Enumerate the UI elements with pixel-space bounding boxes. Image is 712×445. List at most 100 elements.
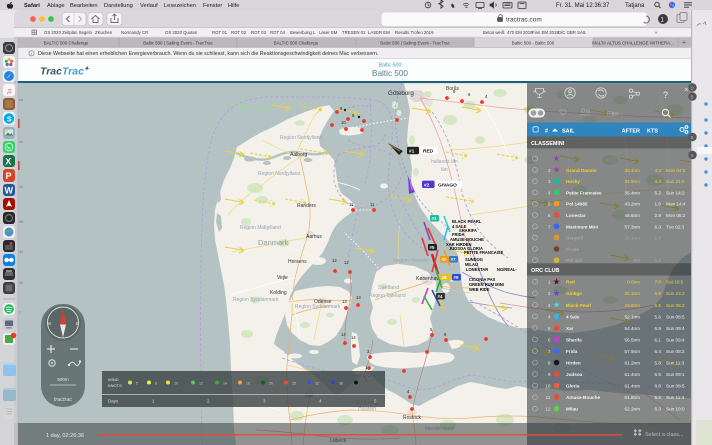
svg-text:470 EM 2019: 470 EM 2019 <box>507 30 533 35</box>
svg-text:#: # <box>545 129 548 135</box>
svg-text:Rostock: Rostock <box>403 415 422 421</box>
svg-text:Bergvill: Bergvill <box>566 236 583 241</box>
svg-text:Aalborg: Aalborg <box>290 152 307 158</box>
svg-text:10: 10 <box>545 384 551 389</box>
svg-text:Horsens: Horsens <box>288 259 307 265</box>
svg-text:X: X <box>5 157 11 167</box>
svg-text:län: län <box>441 167 448 173</box>
svg-text:14: 14 <box>223 382 227 386</box>
svg-text:♫: ♫ <box>6 87 12 96</box>
svg-text:5.5: 5.5 <box>655 395 662 400</box>
svg-text:61.2nm: 61.2nm <box>625 361 641 366</box>
svg-text:5.8: 5.8 <box>655 361 662 366</box>
svg-text:9: 9 <box>548 372 551 377</box>
svg-text:38: 38 <box>339 382 343 386</box>
svg-text:Pol 14085: Pol 14085 <box>566 202 588 207</box>
svg-text:KTS: KTS <box>647 129 658 135</box>
svg-text:6: 6 <box>548 337 551 342</box>
svg-text:Sjælland: Sjælland <box>378 285 399 291</box>
svg-text:4.4: 4.4 <box>655 179 662 184</box>
svg-text:4: 4 <box>548 314 551 319</box>
svg-text:TRESEN 01: TRESEN 01 <box>342 30 366 35</box>
svg-text:E: E <box>76 321 79 326</box>
svg-text:#4: #4 <box>438 294 443 299</box>
svg-text:Aarhus: Aarhus <box>306 234 322 240</box>
svg-text:16: 16 <box>246 382 250 386</box>
svg-text:Randers: Randers <box>297 203 316 209</box>
svg-text:KNOTS: KNOTS <box>108 383 122 388</box>
svg-text:8.8: 8.8 <box>655 384 662 389</box>
svg-text:7: 7 <box>548 224 551 229</box>
svg-text:46.6nm: 46.6nm <box>625 213 641 218</box>
svg-text:Danmark: Danmark <box>258 238 289 247</box>
svg-text:Results Trofeo 2019: Results Trofeo 2019 <box>395 30 434 35</box>
svg-text:Gloria: Gloria <box>566 384 580 389</box>
svg-text:LONESTAR: LONESTAR <box>466 267 488 272</box>
svg-text:52.1nm: 52.1nm <box>625 314 641 319</box>
svg-text:8: 8 <box>155 382 157 386</box>
svg-text:Sun 23:2: Sun 23:2 <box>666 291 685 296</box>
svg-text:1: 1 <box>548 280 551 285</box>
svg-text:Region Midtjylland: Region Midtjylland <box>240 225 281 231</box>
svg-text:8: 8 <box>548 361 551 366</box>
svg-text:Region Nordjylland: Region Nordjylland <box>258 171 300 177</box>
svg-text:Sun 21:5: Sun 21:5 <box>666 179 685 184</box>
svg-text:Göteborg: Göteborg <box>388 90 414 97</box>
svg-text:Safari: Safari <box>24 3 40 9</box>
svg-text:WEB RIDE: WEB RIDE <box>469 287 490 292</box>
svg-text:Sun 08:5: Sun 08:5 <box>666 384 685 389</box>
svg-text:D/C GBR SAIL: D/C GBR SAIL <box>558 30 587 35</box>
svg-text:6.9: 6.9 <box>655 326 662 331</box>
svg-text:Sun 08:5: Sun 08:5 <box>666 314 685 319</box>
svg-text:Mon 14:4: Mon 14:4 <box>666 202 686 207</box>
svg-text:11: 11 <box>370 202 375 207</box>
svg-text:6.1: 6.1 <box>655 337 662 342</box>
svg-text:10: 10 <box>174 382 178 386</box>
svg-text:0.0nm: 0.0nm <box>627 280 640 285</box>
svg-text:33.4nm: 33.4nm <box>625 168 641 173</box>
svg-text:NM: NM <box>633 258 640 263</box>
svg-text:7: 7 <box>548 349 551 354</box>
svg-text:tractrac.com: tractrac.com <box>506 17 542 24</box>
svg-text:5: 5 <box>548 326 551 331</box>
svg-text:61.8nm: 61.8nm <box>625 395 641 400</box>
svg-text:12: 12 <box>199 382 203 386</box>
svg-text:Region Hovedst: Region Hovedst <box>393 258 429 264</box>
svg-text:43.2nm: 43.2nm <box>625 202 641 207</box>
svg-text:Baltic 500 | Sailing Event - T: Baltic 500 | Sailing Event - TracTrac <box>380 40 450 45</box>
svg-text:1.6: 1.6 <box>655 202 662 207</box>
svg-text:2: 2 <box>548 291 551 296</box>
svg-text:7: 7 <box>19 311 21 315</box>
svg-text:3: 3 <box>548 179 551 184</box>
svg-text:#5: #5 <box>430 245 435 250</box>
svg-text:Finn EM 2019: Finn EM 2019 <box>532 30 559 35</box>
svg-text:W: W <box>47 321 51 326</box>
svg-text:Maximum Mini: Maximum Mini <box>566 224 598 229</box>
svg-text:Pol 321: Pol 321 <box>566 258 583 263</box>
svg-text:61.4nm: 61.4nm <box>625 372 641 377</box>
svg-text:✕: ✕ <box>684 88 689 94</box>
svg-text:Sharifa: Sharifa <box>566 337 582 342</box>
svg-text:49: 49 <box>442 275 447 280</box>
svg-text:4 Sale: 4 Sale <box>566 314 580 319</box>
svg-text:Grand Danois: Grand Danois <box>566 168 597 173</box>
svg-text:Lesezeichen: Lesezeichen <box>164 3 196 9</box>
svg-text:Bearbeiten: Bearbeiten <box>70 3 98 9</box>
svg-text:13: 13 <box>342 299 347 304</box>
svg-text:49.8nm: 49.8nm <box>625 303 641 308</box>
svg-text:5: 5 <box>548 202 551 207</box>
svg-text:ROT 04: ROT 04 <box>270 30 286 35</box>
svg-text:Laser EM: Laser EM <box>319 30 338 35</box>
svg-text:RED: RED <box>423 149 434 155</box>
svg-text:PETITE FRANCAISE: PETITE FRANCAISE <box>464 250 504 255</box>
svg-text:SAIL: SAIL <box>562 129 575 135</box>
svg-text:Vejle: Vejle <box>277 275 288 281</box>
svg-text:OS 2020 Quoten: OS 2020 Quoten <box>165 30 198 35</box>
svg-text:34.4nm: 34.4nm <box>625 236 641 241</box>
svg-text:14: 14 <box>351 335 356 340</box>
svg-text:25: 25 <box>292 382 296 386</box>
svg-text:44: 44 <box>19 250 23 254</box>
svg-text:+: + <box>682 40 686 47</box>
svg-text:Baltic 500: Baltic 500 <box>372 69 408 78</box>
svg-text:se: se <box>19 140 23 144</box>
